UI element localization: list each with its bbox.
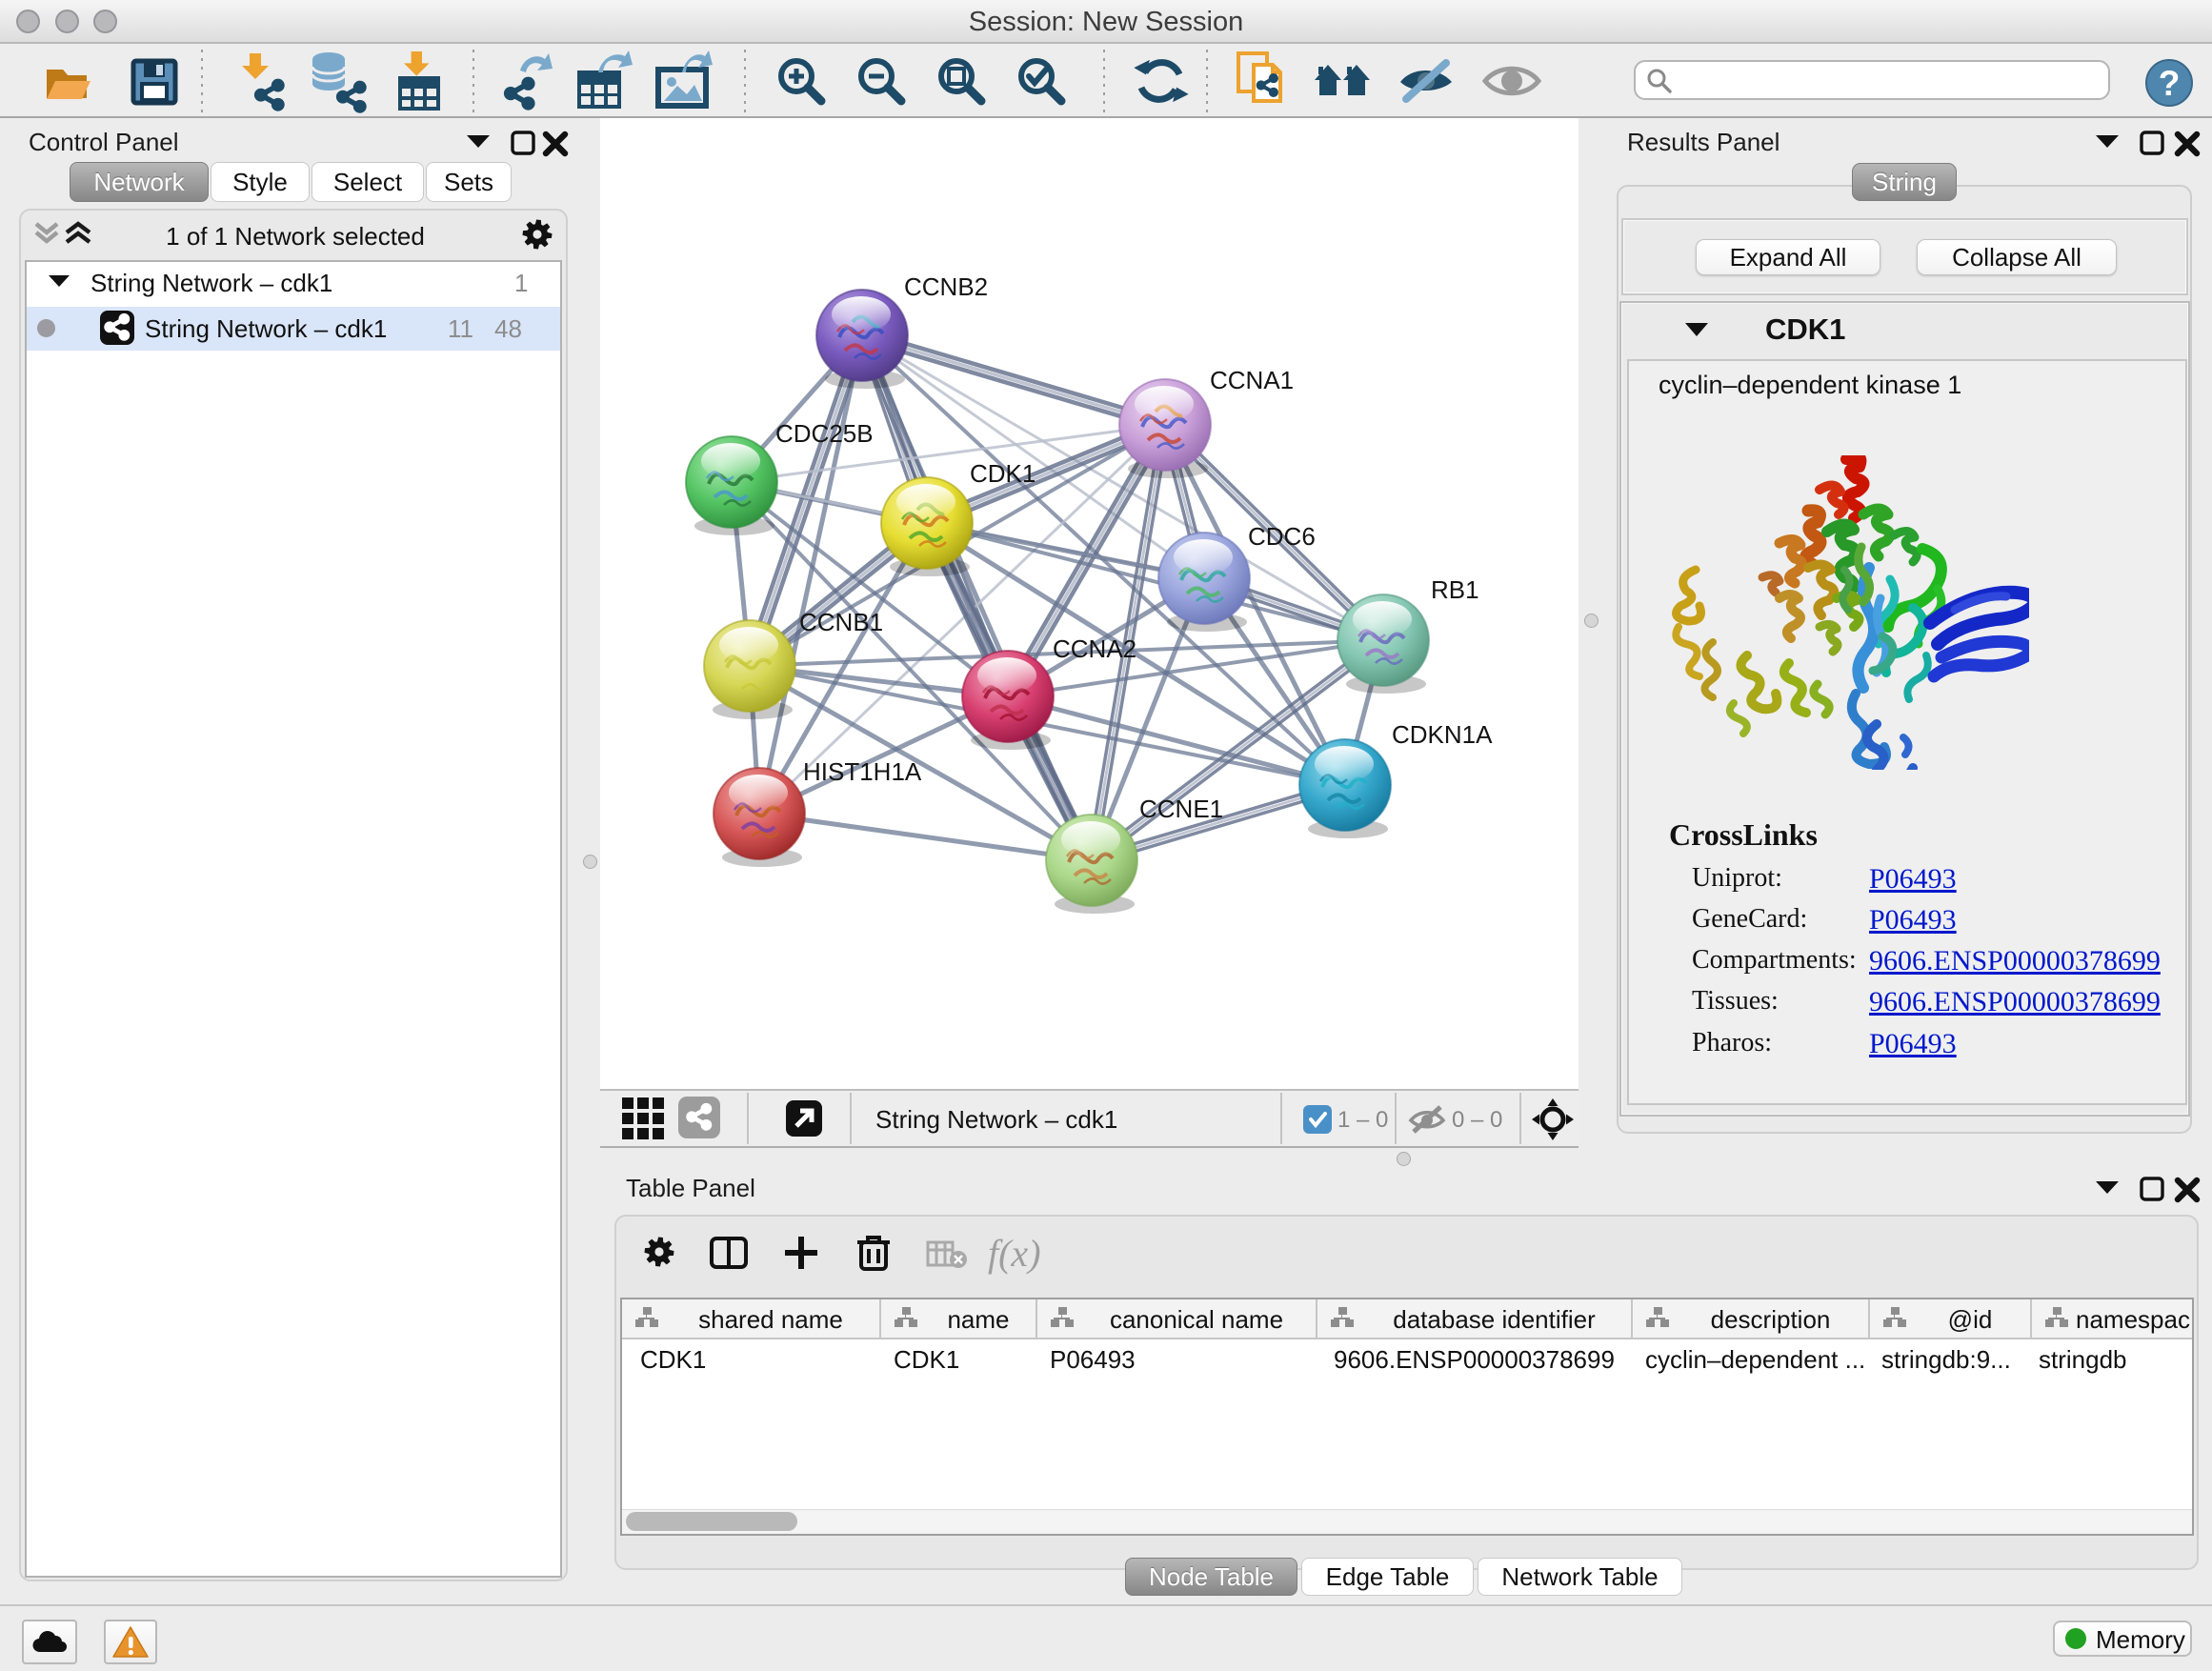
svg-text:RB1: RB1 bbox=[1431, 575, 1479, 604]
svg-text:CDK1: CDK1 bbox=[970, 459, 1036, 488]
svg-text:CCNA2: CCNA2 bbox=[1053, 634, 1136, 663]
svg-text:CCNE1: CCNE1 bbox=[1139, 795, 1223, 823]
svg-text:CCNA1: CCNA1 bbox=[1210, 366, 1294, 394]
svg-text:CDC6: CDC6 bbox=[1248, 522, 1316, 551]
svg-text:HIST1H1A: HIST1H1A bbox=[803, 757, 922, 786]
svg-text:CDKN1A: CDKN1A bbox=[1392, 720, 1493, 749]
svg-text:CCNB1: CCNB1 bbox=[799, 608, 883, 636]
svg-text:CDC25B: CDC25B bbox=[775, 419, 874, 448]
svg-text:CCNB2: CCNB2 bbox=[904, 272, 988, 301]
